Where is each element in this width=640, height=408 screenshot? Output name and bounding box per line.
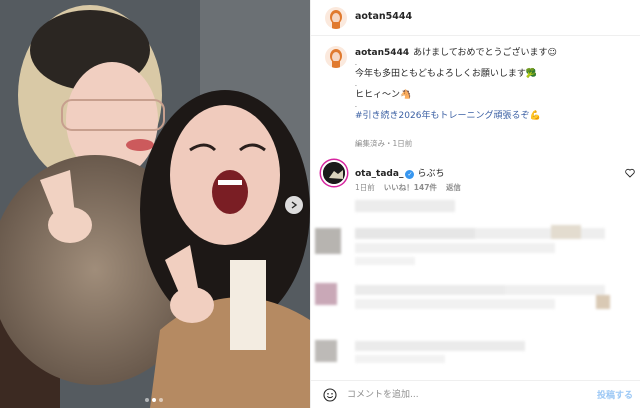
- comment-text-line: ota_tada_ ✓ らぶち: [355, 166, 445, 179]
- comment-username[interactable]: ota_tada_: [355, 169, 403, 179]
- post-comment-button[interactable]: 投稿する: [597, 388, 633, 401]
- photo-image: [0, 0, 310, 408]
- caption-dot: .: [355, 60, 357, 67]
- hashtag-link[interactable]: #引き続き2026年もトレーニング頑張るぞ💪: [355, 110, 635, 122]
- comment-composer: 投稿する: [311, 380, 640, 408]
- avatar-image: [330, 10, 342, 29]
- post-caption: aotan5444 あけましておめでとうございます☺︎ . 今年も多田ともどもよろ…: [355, 47, 635, 122]
- caption-line: あけましておめでとうございます☺︎: [413, 48, 557, 58]
- avatar-image: [323, 162, 345, 184]
- avatar[interactable]: [325, 7, 347, 29]
- chevron-right-icon: [291, 201, 298, 209]
- comment-avatar[interactable]: [321, 160, 347, 186]
- post-photo[interactable]: [0, 0, 310, 408]
- post-header: aotan5444: [311, 0, 640, 36]
- heart-icon[interactable]: [625, 168, 635, 178]
- caption-line: 今年も多田ともどもよろしくお願いします🥦: [355, 69, 538, 79]
- carousel-dot: [145, 398, 149, 402]
- carousel-dot: [159, 398, 163, 402]
- comment-input[interactable]: [347, 387, 577, 403]
- reply-button[interactable]: 返信: [446, 182, 461, 193]
- comment-text: らぶち: [417, 169, 445, 179]
- blurred-comments: [315, 200, 610, 363]
- comment-likes[interactable]: いいね！147件: [384, 182, 437, 193]
- caption-dot: .: [355, 81, 357, 88]
- next-slide-button[interactable]: [285, 196, 303, 214]
- avatar-image: [330, 49, 342, 68]
- caption-username[interactable]: aotan5444: [355, 48, 409, 58]
- emoji-icon[interactable]: [323, 388, 337, 402]
- post-side-panel: aotan5444 aotan5444 あけましておめでとうございます☺︎ . 今…: [310, 0, 640, 408]
- caption-meta: 編集済み・1日前: [355, 139, 413, 148]
- comment-meta: 1日前 いいね！147件 返信: [355, 182, 461, 193]
- caption-line: ヒヒィ〜ン🐴: [355, 90, 412, 100]
- carousel-dot-active: [152, 398, 156, 402]
- caption-avatar[interactable]: [325, 46, 347, 68]
- caption-dot: .: [355, 102, 357, 109]
- carousel-indicator: [145, 398, 163, 402]
- header-username[interactable]: aotan5444: [355, 11, 412, 22]
- verified-badge-icon: ✓: [405, 170, 415, 179]
- comment-time: 1日前: [355, 183, 375, 192]
